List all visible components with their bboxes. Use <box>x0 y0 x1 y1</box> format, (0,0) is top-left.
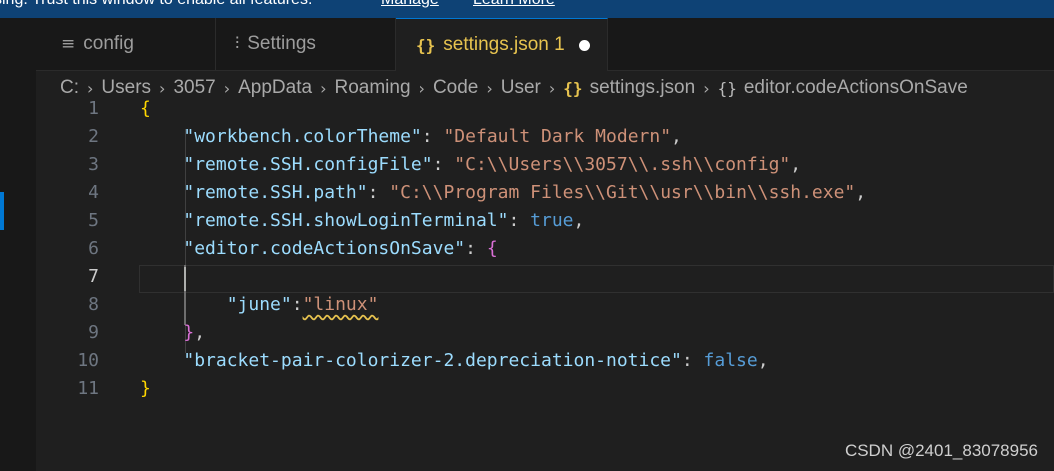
code-token: "remote.SSH.configFile" <box>183 154 433 175</box>
code-line[interactable]: 11} <box>36 375 1054 403</box>
sliders-icon: ⫶ <box>235 34 240 54</box>
restricted-mode-banner: sing. Trust this window to enable all fe… <box>0 0 1054 18</box>
code-token: : <box>465 238 487 259</box>
learn-more-link[interactable]: Learn More <box>473 0 555 9</box>
code-token: : <box>367 182 390 203</box>
tab-label: config <box>83 33 134 54</box>
line-code: } <box>140 375 151 403</box>
code-token: "june" <box>226 294 292 315</box>
tab-settings[interactable]: ⫶ Settings <box>216 18 396 70</box>
code-token: , <box>671 126 682 147</box>
code-token: true <box>530 210 574 231</box>
line-number: 3 <box>88 154 99 175</box>
code-token: : <box>421 126 444 147</box>
line-number: 4 <box>88 182 99 203</box>
watermark: CSDN @2401_83078956 <box>844 441 1038 460</box>
code-line[interactable]: 4 "remote.SSH.path": "C:\\Program Files\… <box>36 179 1054 207</box>
code-line[interactable]: 10 "bracket-pair-colorizer-2.depreciatio… <box>36 347 1054 375</box>
code-line[interactable]: 6 "editor.codeActionsOnSave": { <box>36 235 1054 263</box>
code-editor[interactable]: 1{2 "workbench.colorTheme": "Default Dar… <box>36 98 1054 471</box>
code-token: { <box>140 98 151 119</box>
code-token: , <box>790 154 802 175</box>
line-code: { <box>140 95 151 123</box>
active-view-indicator <box>0 192 4 230</box>
manage-link[interactable]: Manage <box>381 0 439 9</box>
code-token: "C:\\Users\\3057\\.ssh\\config" <box>454 154 791 175</box>
line-code: "editor.codeActionsOnSave": { <box>140 235 498 263</box>
code-line[interactable]: 3 "remote.SSH.configFile": "C:\\Users\\3… <box>36 151 1054 179</box>
code-token: "linux" <box>302 294 379 315</box>
code-token: : <box>681 350 704 371</box>
editor-tabs: ≡ config ⫶ Settings {} settings.json 1 <box>36 18 1054 71</box>
code-token: "Default Dark Modern" <box>443 126 672 147</box>
code-token: , <box>194 322 206 343</box>
line-code: "workbench.colorTheme": "Default Dark Mo… <box>140 123 682 151</box>
code-token: : <box>508 210 531 231</box>
json-icon: {} <box>416 35 436 55</box>
code-token: "editor.codeActionsOnSave" <box>183 238 466 259</box>
code-line[interactable]: 9 }, <box>36 319 1054 347</box>
tab-label: Settings <box>247 33 316 54</box>
code-line[interactable]: 2 "workbench.colorTheme": "Default Dark … <box>36 123 1054 151</box>
line-number: 5 <box>88 210 99 231</box>
code-token: "C:\\Program Files\\Git\\usr\\bin\\ssh.e… <box>389 182 856 203</box>
line-code: "remote.SSH.path": "C:\\Program Files\\G… <box>140 179 866 207</box>
code-line[interactable]: 7 <box>36 263 1054 291</box>
line-code: "june":"linux" <box>140 291 379 319</box>
tab-settings-json[interactable]: {} settings.json 1 <box>396 18 608 71</box>
code-line[interactable]: 8 "june":"linux" <box>36 291 1054 319</box>
code-token: false <box>703 350 758 371</box>
code-token: } <box>140 378 151 399</box>
code-token: , <box>573 210 585 231</box>
line-code: }, <box>140 319 205 347</box>
code-token: } <box>183 322 195 343</box>
line-code: "bracket-pair-colorizer-2.depreciation-n… <box>140 347 769 375</box>
banner-message: sing. Trust this window to enable all fe… <box>0 0 312 9</box>
line-number: 11 <box>77 378 99 399</box>
activity-bar <box>0 18 36 471</box>
line-code: "remote.SSH.configFile": "C:\\Users\\305… <box>140 151 801 179</box>
unsaved-dot-icon[interactable] <box>578 39 590 51</box>
code-token: , <box>757 350 769 371</box>
line-number: 7 <box>88 266 99 287</box>
code-token: "bracket-pair-colorizer-2.depreciation-n… <box>183 350 682 371</box>
code-line[interactable]: 1{ <box>36 95 1054 123</box>
code-token: : <box>291 294 303 315</box>
vscode-window: sing. Trust this window to enable all fe… <box>0 0 1054 471</box>
code-token: "remote.SSH.path" <box>183 182 368 203</box>
line-number: 1 <box>88 98 99 119</box>
code-token: , <box>855 182 867 203</box>
line-number: 6 <box>88 238 99 259</box>
code-line[interactable]: 5 "remote.SSH.showLoginTerminal": true, <box>36 207 1054 235</box>
lines-icon: ≡ <box>61 34 76 54</box>
line-number: 8 <box>88 294 99 315</box>
line-number: 2 <box>88 126 99 147</box>
tab-label: settings.json 1 <box>443 34 565 55</box>
code-token: "remote.SSH.showLoginTerminal" <box>183 210 509 231</box>
line-number: 10 <box>77 350 99 371</box>
line-code: "remote.SSH.showLoginTerminal": true, <box>140 207 584 235</box>
line-number: 9 <box>88 322 99 343</box>
code-token: { <box>486 238 498 259</box>
tab-config[interactable]: ≡ config <box>36 18 216 70</box>
code-token: : <box>432 154 455 175</box>
code-token: "workbench.colorTheme" <box>183 126 422 147</box>
